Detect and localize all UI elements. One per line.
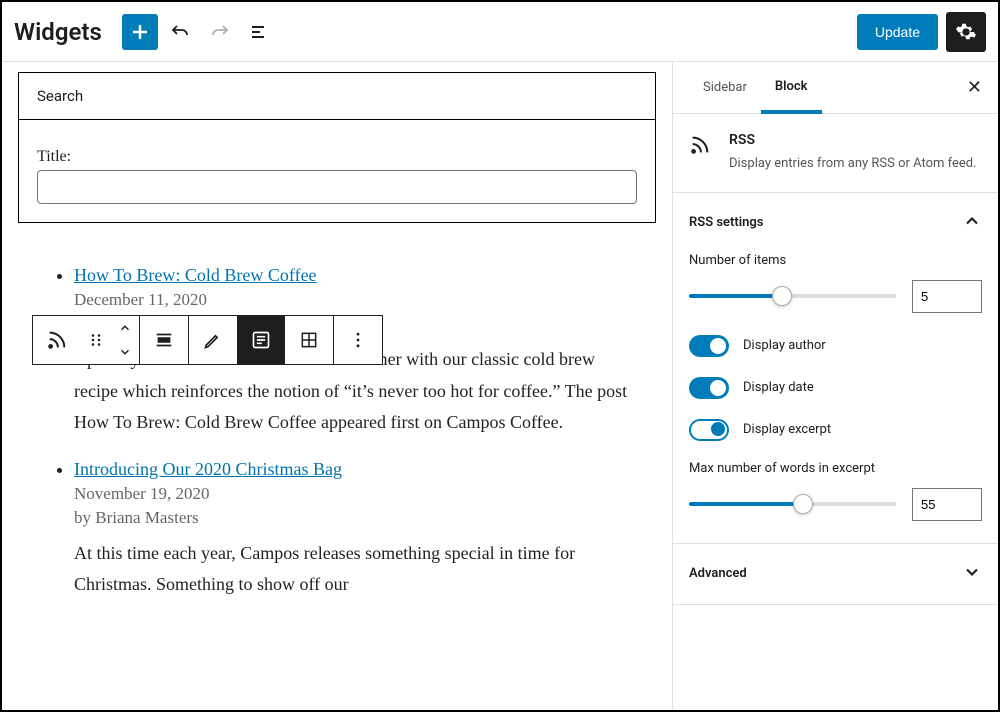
grid-view-mode-button[interactable] <box>285 316 333 364</box>
advanced-panel-toggle[interactable]: Advanced <box>673 544 998 604</box>
num-items-input[interactable] <box>912 280 982 313</box>
chevron-up-icon <box>962 211 982 235</box>
align-button[interactable] <box>140 316 188 364</box>
drag-handle-icon[interactable] <box>81 316 111 364</box>
max-words-input[interactable] <box>912 488 982 521</box>
block-type-rss-icon[interactable] <box>33 316 81 364</box>
search-widget-header: Search <box>19 73 655 120</box>
more-options-button[interactable] <box>334 316 382 364</box>
update-button[interactable]: Update <box>857 14 938 50</box>
rss-item-date: November 19, 2020 <box>74 484 636 504</box>
list-view-button[interactable] <box>242 14 278 50</box>
move-down-button[interactable] <box>111 340 139 364</box>
page-title: Widgets <box>14 18 102 46</box>
tab-block[interactable]: Block <box>761 63 822 114</box>
rss-settings-heading: RSS settings <box>689 215 764 230</box>
tab-sidebar[interactable]: Sidebar <box>689 64 761 111</box>
block-description: Display entries from any RSS or Atom fee… <box>729 154 977 174</box>
editor-canvas[interactable]: Search Title: <box>2 62 672 710</box>
search-widget-panel[interactable]: Search Title: <box>18 72 656 223</box>
display-author-label: Display author <box>743 338 826 353</box>
settings-button[interactable] <box>946 12 986 52</box>
undo-button[interactable] <box>162 14 198 50</box>
advanced-heading: Advanced <box>689 566 747 581</box>
display-author-toggle[interactable] <box>689 335 729 357</box>
display-excerpt-toggle[interactable] <box>689 419 729 441</box>
close-sidebar-button[interactable]: ✕ <box>967 77 982 98</box>
rss-item-author: by Briana Masters <box>74 508 636 528</box>
edit-url-button[interactable] <box>189 316 237 364</box>
rss-icon <box>689 132 717 174</box>
rss-item-excerpt: At this time each year, Campos releases … <box>74 538 636 601</box>
move-up-button[interactable] <box>111 316 139 340</box>
chevron-down-icon <box>962 562 982 586</box>
settings-sidebar: Sidebar Block ✕ RSS Display entries from… <box>672 62 998 710</box>
display-excerpt-label: Display excerpt <box>743 422 831 437</box>
rss-item-title[interactable]: Introducing Our 2020 Christmas Bag <box>74 459 342 479</box>
rss-item: Introducing Our 2020 Christmas Bag Novem… <box>74 459 636 601</box>
block-toolbar <box>32 315 383 365</box>
block-name: RSS <box>729 132 977 148</box>
display-date-toggle[interactable] <box>689 377 729 399</box>
add-block-button[interactable] <box>122 14 158 50</box>
title-input[interactable] <box>37 170 637 204</box>
rss-block[interactable]: How To Brew: Cold Brew Coffee December 1… <box>18 235 656 661</box>
display-date-label: Display date <box>743 380 814 395</box>
rss-item-date: December 11, 2020 <box>74 290 636 310</box>
num-items-label: Number of items <box>689 253 982 268</box>
num-items-slider[interactable] <box>689 294 896 298</box>
title-label: Title: <box>37 148 71 165</box>
max-words-slider[interactable] <box>689 502 896 506</box>
list-view-mode-button[interactable] <box>237 316 285 364</box>
rss-item-title[interactable]: How To Brew: Cold Brew Coffee <box>74 265 317 285</box>
redo-button[interactable] <box>202 14 238 50</box>
rss-settings-toggle[interactable]: RSS settings <box>673 193 998 253</box>
max-words-label: Max number of words in excerpt <box>689 461 982 476</box>
